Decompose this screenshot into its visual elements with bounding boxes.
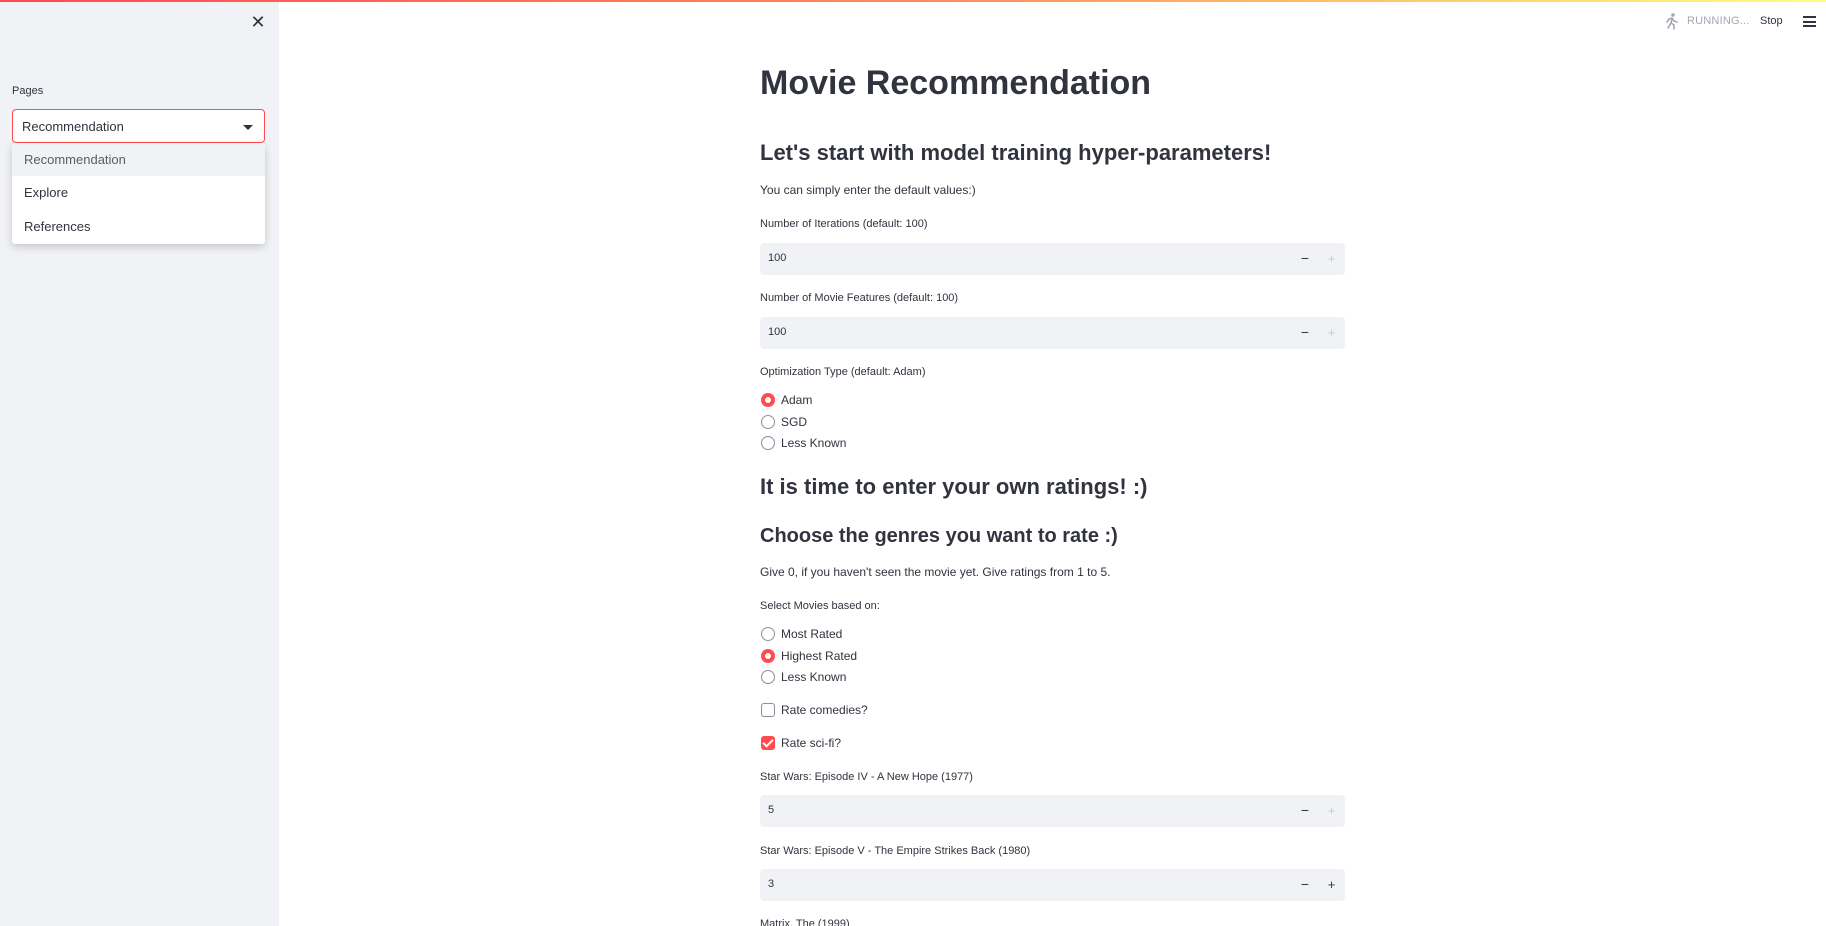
movie-rating-input[interactable]: 5 − + — [760, 795, 1345, 827]
page-title: Movie Recommendation — [760, 64, 1152, 102]
decrement-button[interactable]: − — [1292, 243, 1318, 275]
dropdown-option-references[interactable]: References — [12, 210, 265, 244]
training-header: Let's start with model training hyper-pa… — [760, 140, 1272, 165]
dropdown-option-explore[interactable]: Explore — [12, 176, 265, 210]
pages-label: Pages — [12, 85, 44, 97]
radio-button[interactable] — [761, 436, 775, 450]
movie-rating-value[interactable]: 3 — [768, 878, 774, 890]
radio-label: Most Rated — [781, 627, 843, 641]
increment-button[interactable]: + — [1318, 795, 1345, 827]
iterations-value[interactable]: 100 — [768, 252, 786, 264]
movie-label: Matrix, The (1999) — [760, 918, 850, 926]
pages-dropdown: Recommendation Explore References — [12, 143, 265, 244]
optimization-label: Optimization Type (default: Adam) — [760, 366, 926, 378]
close-icon[interactable]: ✕ — [248, 12, 268, 32]
running-person-icon — [1666, 13, 1678, 30]
features-value[interactable]: 100 — [768, 326, 786, 338]
hamburger-menu-icon[interactable] — [1803, 16, 1816, 27]
features-input[interactable]: 100 − + — [760, 317, 1345, 349]
increment-button[interactable]: + — [1318, 317, 1345, 349]
radio-button[interactable] — [761, 649, 775, 663]
radio-label: SGD — [781, 415, 808, 429]
movie-label: Star Wars: Episode V - The Empire Strike… — [760, 845, 1031, 857]
features-label: Number of Movie Features (default: 100) — [760, 292, 959, 304]
movie-rating-input[interactable]: 3 − + — [760, 869, 1345, 901]
radio-button[interactable] — [761, 627, 775, 641]
stop-button[interactable]: Stop — [1760, 15, 1783, 27]
decrement-button[interactable]: − — [1292, 795, 1318, 827]
pages-select-value: Recommendation — [22, 119, 124, 134]
iterations-label: Number of Iterations (default: 100) — [760, 218, 928, 230]
checkbox[interactable] — [761, 703, 775, 717]
training-hint: You can simply enter the default values:… — [760, 183, 976, 197]
increment-button[interactable]: + — [1318, 869, 1345, 901]
ratings-header: It is time to enter your own ratings! :) — [760, 474, 1148, 499]
genres-hint: Give 0, if you haven't seen the movie ye… — [760, 565, 1111, 579]
checkbox-label: Rate sci-fi? — [781, 736, 842, 750]
caret-down-icon — [243, 125, 253, 130]
radio-label: Adam — [781, 393, 813, 407]
increment-button[interactable]: + — [1318, 243, 1345, 275]
select-movies-label: Select Movies based on: — [760, 600, 880, 612]
movie-label: Star Wars: Episode IV - A New Hope (1977… — [760, 771, 973, 783]
running-status: RUNNING... — [1687, 15, 1750, 27]
radio-label: Highest Rated — [781, 649, 858, 663]
decrement-button[interactable]: − — [1292, 869, 1318, 901]
top-progress-stripe — [0, 0, 1826, 2]
radio-button[interactable] — [761, 393, 775, 407]
radio-label: Less Known — [781, 436, 847, 450]
radio-label: Less Known — [781, 670, 847, 684]
iterations-input[interactable]: 100 − + — [760, 243, 1345, 275]
genres-header: Choose the genres you want to rate :) — [760, 525, 1118, 547]
checkbox-label: Rate comedies? — [781, 703, 868, 717]
dropdown-option-recommendation[interactable]: Recommendation — [12, 143, 265, 176]
decrement-button[interactable]: − — [1292, 317, 1318, 349]
radio-button[interactable] — [761, 415, 775, 429]
radio-button[interactable] — [761, 670, 775, 684]
sidebar: ✕ Pages Recommendation Recommendation Ex… — [0, 0, 279, 926]
movie-rating-value[interactable]: 5 — [768, 804, 774, 816]
checkbox[interactable] — [761, 736, 775, 750]
pages-select[interactable]: Recommendation — [12, 109, 265, 143]
